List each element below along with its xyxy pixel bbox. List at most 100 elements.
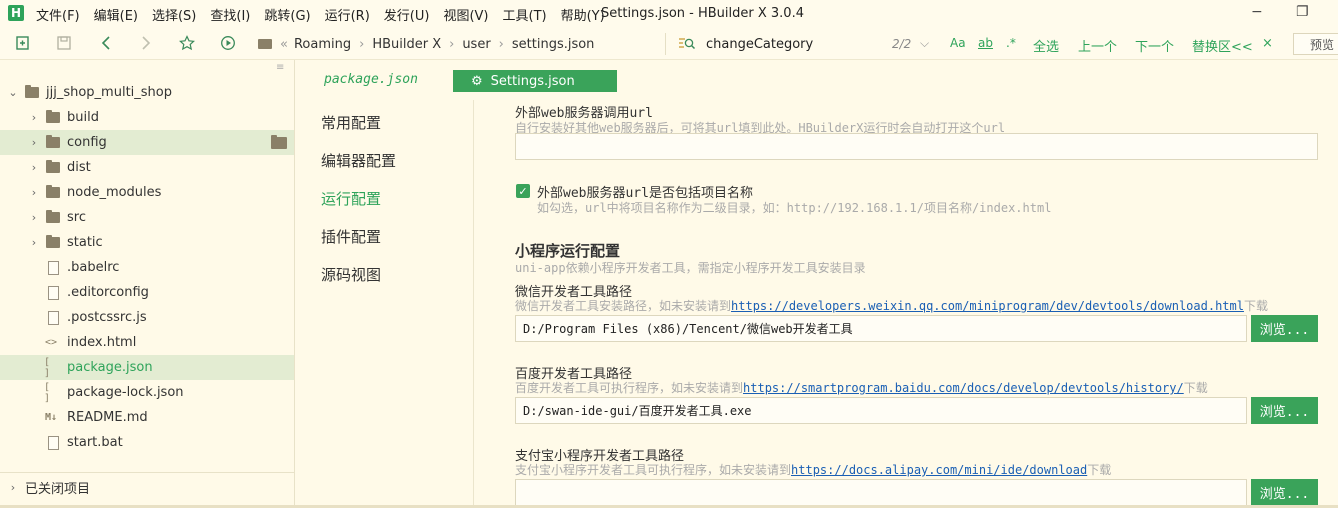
tree-item-readme[interactable]: M↓ README.md xyxy=(0,405,294,430)
run-icon[interactable] xyxy=(220,35,236,54)
wechat-path-input[interactable]: D:/Program Files (x86)/Tencent/微信web开发者工… xyxy=(515,315,1247,342)
tree-item-label: index.html xyxy=(67,335,137,350)
project-name: jjj_shop_multi_shop xyxy=(46,85,172,100)
save-icon[interactable] xyxy=(56,35,72,54)
tree-item-static[interactable]: › static xyxy=(0,230,294,255)
menu-tools[interactable]: 工具(T) xyxy=(503,5,547,24)
menu-view[interactable]: 视图(V) xyxy=(443,5,488,24)
menu-edit[interactable]: 编辑(E) xyxy=(94,5,138,24)
baidu-download-link[interactable]: https://smartprogram.baidu.com/docs/deve… xyxy=(743,381,1184,395)
tab-package-json[interactable]: package.json xyxy=(324,72,418,87)
file-icon xyxy=(46,435,60,450)
back-icon[interactable] xyxy=(100,35,112,54)
menu-file[interactable]: 文件(F) xyxy=(36,5,80,24)
file-icon xyxy=(46,285,60,300)
restore-button[interactable]: ❐ xyxy=(1296,4,1309,20)
regex-toggle[interactable]: .* xyxy=(1006,36,1016,50)
alipay-desc: 支付宝小程序开发者工具可执行程序，如未安装请到https://docs.alip… xyxy=(515,463,1112,477)
tree-project-root[interactable]: ⌄ jjj_shop_multi_shop xyxy=(0,80,294,105)
json-file-icon: [ ] xyxy=(44,356,51,379)
js-file-icon xyxy=(46,310,60,325)
preview-button[interactable]: 预览 xyxy=(1293,33,1338,55)
folder-icon xyxy=(258,39,272,49)
close-search-button[interactable]: × xyxy=(1262,36,1273,51)
search-input[interactable] xyxy=(706,34,886,54)
tree-item-start-bat[interactable]: start.bat xyxy=(0,430,294,455)
tree-item-label: config xyxy=(67,135,107,150)
tree-item-postcssrc[interactable]: .postcssrc.js xyxy=(0,305,294,330)
tree-item-label: README.md xyxy=(67,410,148,425)
alipay-path-input[interactable] xyxy=(515,479,1247,506)
tree-item-editorconfig[interactable]: .editorconfig xyxy=(0,280,294,305)
next-match-button[interactable]: 下一个 xyxy=(1135,36,1174,55)
menu-help[interactable]: 帮助(Y) xyxy=(561,5,605,24)
gear-icon: ⚙ xyxy=(471,73,483,89)
nav-source-view[interactable]: 源码视图 xyxy=(321,264,381,285)
menu-run[interactable]: 运行(R) xyxy=(325,5,370,24)
tree-item-package-json[interactable]: [ ] package.json xyxy=(0,355,294,380)
minimize-button[interactable]: − xyxy=(1251,4,1263,20)
breadcrumb-roaming[interactable]: Roaming xyxy=(294,37,351,52)
baidu-desc: 百度开发者工具可执行程序，如未安装请到https://smartprogram.… xyxy=(515,381,1208,395)
ext-include-checkbox[interactable]: ✓ xyxy=(516,184,530,198)
open-folder-icon[interactable] xyxy=(271,135,287,149)
folder-icon xyxy=(46,135,60,150)
wechat-download-link[interactable]: https://developers.weixin.qq.com/minipro… xyxy=(731,299,1244,313)
tree-item-src[interactable]: › src xyxy=(0,205,294,230)
file-icon xyxy=(46,260,60,275)
chevron-right-icon: › xyxy=(31,111,37,124)
tree-item-config[interactable]: › config xyxy=(0,130,294,155)
baidu-path-input[interactable]: D:/swan-ide-gui/百度开发者工具.exe xyxy=(515,397,1247,424)
nav-general[interactable]: 常用配置 xyxy=(321,112,381,133)
tree-item-label: start.bat xyxy=(67,435,123,450)
tree-item-index-html[interactable]: <> index.html xyxy=(0,330,294,355)
tree-item-label: .postcssrc.js xyxy=(67,310,147,325)
closed-projects-section[interactable]: › 已关闭项目 xyxy=(0,472,294,502)
forward-icon[interactable] xyxy=(140,35,152,54)
breadcrumb-settings[interactable]: settings.json xyxy=(512,37,595,52)
baidu-browse-button[interactable]: 浏览... xyxy=(1251,397,1318,424)
replace-toggle-button[interactable]: 替换区<< xyxy=(1192,36,1253,55)
markdown-file-icon: M↓ xyxy=(44,412,58,423)
menu-bar: 文件(F) 编辑(E) 选择(S) 查找(I) 跳转(G) 运行(R) 发行(U… xyxy=(36,0,619,28)
tree-item-build[interactable]: › build xyxy=(0,105,294,130)
folder-icon xyxy=(46,185,60,200)
breadcrumb-hbuilder[interactable]: HBuilder X xyxy=(372,37,441,52)
title-bar: H 文件(F) 编辑(E) 选择(S) 查找(I) 跳转(G) 运行(R) 发行… xyxy=(0,0,1338,28)
alipay-browse-button[interactable]: 浏览... xyxy=(1251,479,1318,506)
tree-item-node-modules[interactable]: › node_modules xyxy=(0,180,294,205)
nav-plugins[interactable]: 插件配置 xyxy=(321,226,381,247)
wechat-browse-button[interactable]: 浏览... xyxy=(1251,315,1318,342)
html-file-icon: <> xyxy=(44,337,58,348)
nav-run[interactable]: 运行配置 xyxy=(321,188,381,209)
breadcrumb-user[interactable]: user xyxy=(462,37,490,52)
tree-item-babelrc[interactable]: .babelrc xyxy=(0,255,294,280)
history-dropdown-icon[interactable]: ⌵ xyxy=(920,36,929,51)
menu-publish[interactable]: 发行(U) xyxy=(384,5,430,24)
prev-match-button[interactable]: 上一个 xyxy=(1078,36,1117,55)
window-title: Settings.json - HBuilder X 3.0.4 xyxy=(601,6,804,21)
whole-word-toggle[interactable]: ab xyxy=(978,36,993,50)
match-case-toggle[interactable]: Aa xyxy=(950,36,966,50)
new-file-icon[interactable] xyxy=(15,35,31,54)
chevron-right-icon: › xyxy=(31,236,37,249)
ext-server-url-input[interactable] xyxy=(515,133,1318,160)
menu-goto[interactable]: 跳转(G) xyxy=(264,5,310,24)
closed-projects-label: 已关闭项目 xyxy=(25,482,91,497)
star-icon[interactable] xyxy=(179,35,195,54)
breadcrumb-prefix[interactable]: « xyxy=(280,37,288,52)
folder-icon xyxy=(46,110,60,125)
tree-item-dist[interactable]: › dist xyxy=(0,155,294,180)
tree-item-package-lock-json[interactable]: [ ] package-lock.json xyxy=(0,380,294,405)
menu-find[interactable]: 查找(I) xyxy=(210,5,250,24)
chevron-right-icon: › xyxy=(31,186,37,199)
tab-settings-json[interactable]: ⚙ Settings.json xyxy=(453,70,617,92)
menu-select[interactable]: 选择(S) xyxy=(152,5,196,24)
alipay-download-link[interactable]: https://docs.alipay.com/mini/ide/downloa… xyxy=(791,463,1087,477)
nav-editor[interactable]: 编辑器配置 xyxy=(321,150,396,171)
select-all-button[interactable]: 全选 xyxy=(1033,36,1059,55)
ext-include-desc: 如勾选，url中将项目名称作为二级目录，如：http://192.168.1.1… xyxy=(537,201,1052,215)
tab-label: Settings.json xyxy=(490,73,575,89)
sidebar-menu-icon[interactable]: ≡ xyxy=(276,62,284,73)
search-icon[interactable] xyxy=(678,36,696,52)
